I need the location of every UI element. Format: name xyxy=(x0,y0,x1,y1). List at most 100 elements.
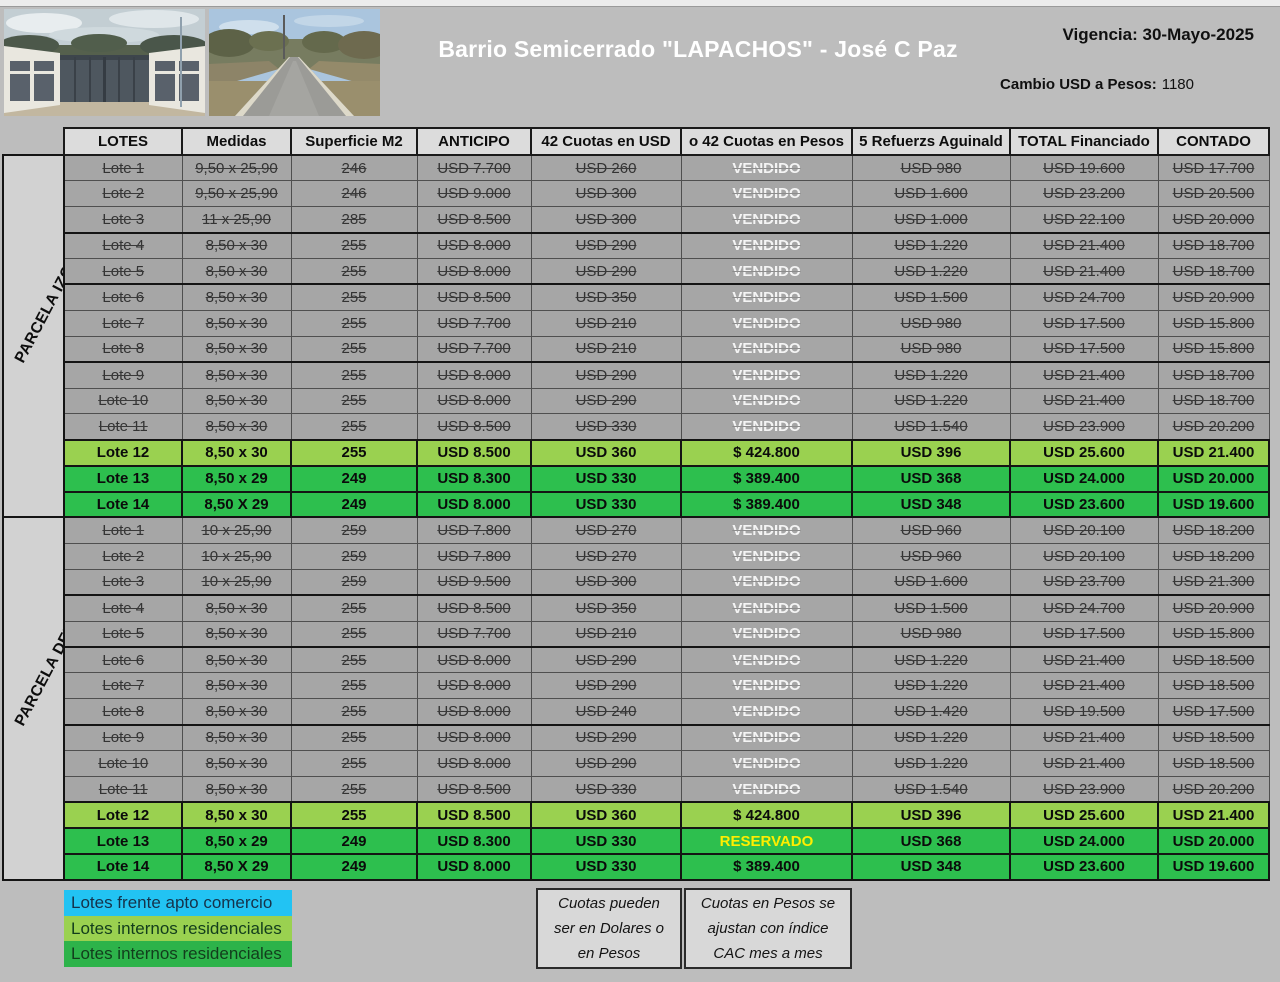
cell-superficie: 285 xyxy=(291,207,417,233)
cell-cuotas_usd: USD 330 xyxy=(531,414,681,440)
lot-row: PARCELA DERECHALote 110 x 25,90259USD 7.… xyxy=(3,517,1269,543)
cell-contado: USD 20.000 xyxy=(1158,466,1269,492)
lot-row: PARCELA IZQUIERDALote 19,50 x 25,90246US… xyxy=(3,155,1269,181)
cell-contado: USD 18.200 xyxy=(1158,517,1269,543)
cell-anticipo: USD 8.000 xyxy=(417,725,531,751)
note-line: CAC mes a mes xyxy=(692,941,844,966)
lot-row: Lote 68,50 x 30255USD 8.500USD 350VENDID… xyxy=(3,284,1269,310)
notes: Cuotas puedenser en Dolares oen PesosCuo… xyxy=(536,888,852,969)
price-table: LOTESMedidasSuperficie M2ANTICIPO42 Cuot… xyxy=(2,127,1270,881)
cell-contado: USD 20.900 xyxy=(1158,284,1269,310)
column-header: Superficie M2 xyxy=(291,128,417,155)
cell-cuotas_usd: USD 270 xyxy=(531,543,681,569)
cell-medidas: 8,50 x 30 xyxy=(182,336,291,362)
cell-contado: USD 18.700 xyxy=(1158,233,1269,259)
cell-total: USD 22.100 xyxy=(1010,207,1158,233)
cell-superficie: 255 xyxy=(291,725,417,751)
cell-medidas: 8,50 x 30 xyxy=(182,440,291,466)
cell-total: USD 21.400 xyxy=(1010,362,1158,388)
cell-contado: USD 18.500 xyxy=(1158,647,1269,673)
note-box: Cuotas puedenser en Dolares oen Pesos xyxy=(536,888,682,969)
cell-total: USD 21.400 xyxy=(1010,673,1158,699)
cell-superficie: 255 xyxy=(291,310,417,336)
top-strip xyxy=(0,0,1280,7)
cell-cuotas_pesos: VENDIDO xyxy=(681,181,852,207)
cell-anticipo: USD 8.500 xyxy=(417,207,531,233)
cell-total: USD 23.600 xyxy=(1010,854,1158,880)
cell-medidas: 8,50 x 30 xyxy=(182,776,291,802)
cell-cuotas_usd: USD 360 xyxy=(531,440,681,466)
cell-contado: USD 18.500 xyxy=(1158,725,1269,751)
cell-total: USD 21.400 xyxy=(1010,233,1158,259)
column-header: 42 Cuotas en USD xyxy=(531,128,681,155)
cell-superficie: 259 xyxy=(291,543,417,569)
cell-cuotas_pesos: $ 389.400 xyxy=(681,492,852,518)
cell-refuerzos: USD 1.220 xyxy=(852,647,1010,673)
cell-superficie: 255 xyxy=(291,233,417,259)
cell-superficie: 259 xyxy=(291,517,417,543)
cell-cuotas_pesos: $ 389.400 xyxy=(681,854,852,880)
cell-medidas: 11 x 25,90 xyxy=(182,207,291,233)
cell-refuerzos: USD 1.600 xyxy=(852,181,1010,207)
cell-total: USD 21.400 xyxy=(1010,750,1158,776)
cell-superficie: 255 xyxy=(291,259,417,285)
cell-total: USD 24.000 xyxy=(1010,828,1158,854)
cell-lote: Lote 2 xyxy=(64,181,182,207)
cell-contado: USD 21.300 xyxy=(1158,569,1269,595)
cell-anticipo: USD 7.700 xyxy=(417,336,531,362)
cell-cuotas_pesos: VENDIDO xyxy=(681,647,852,673)
cell-medidas: 8,50 x 29 xyxy=(182,828,291,854)
legend-item: Lotes internos residenciales xyxy=(64,916,292,942)
cell-superficie: 255 xyxy=(291,699,417,725)
cell-cuotas_pesos: VENDIDO xyxy=(681,207,852,233)
cell-cuotas_usd: USD 350 xyxy=(531,595,681,621)
cell-anticipo: USD 7.800 xyxy=(417,543,531,569)
cell-anticipo: USD 8.000 xyxy=(417,750,531,776)
cell-refuerzos: USD 980 xyxy=(852,621,1010,647)
cell-superficie: 249 xyxy=(291,854,417,880)
cell-contado: USD 19.600 xyxy=(1158,854,1269,880)
entrance-gate-photo xyxy=(4,9,205,116)
note-box: Cuotas en Pesos seajustan con índiceCAC … xyxy=(684,888,852,969)
cell-anticipo: USD 8.500 xyxy=(417,776,531,802)
cell-total: USD 23.900 xyxy=(1010,776,1158,802)
page-title: Barrio Semicerrado "LAPACHOS" - José C P… xyxy=(392,36,1004,63)
lot-row: Lote 98,50 x 30255USD 8.000USD 290VENDID… xyxy=(3,725,1269,751)
cell-total: USD 17.500 xyxy=(1010,336,1158,362)
cell-lote: Lote 9 xyxy=(64,725,182,751)
cell-cuotas_usd: USD 290 xyxy=(531,362,681,388)
cell-medidas: 8,50 x 30 xyxy=(182,725,291,751)
cell-medidas: 8,50 x 30 xyxy=(182,310,291,336)
cell-total: USD 21.400 xyxy=(1010,259,1158,285)
section-label-text: PARCELA IZQUIERDA xyxy=(12,306,56,367)
cell-lote: Lote 2 xyxy=(64,543,182,569)
cell-superficie: 255 xyxy=(291,776,417,802)
corner-cell xyxy=(3,128,64,155)
cell-superficie: 246 xyxy=(291,181,417,207)
cell-medidas: 8,50 X 29 xyxy=(182,492,291,518)
cell-contado: USD 20.000 xyxy=(1158,828,1269,854)
lot-row: Lote 58,50 x 30255USD 8.000USD 290VENDID… xyxy=(3,259,1269,285)
cell-lote: Lote 4 xyxy=(64,233,182,259)
cell-cuotas_usd: USD 360 xyxy=(531,802,681,828)
cell-superficie: 249 xyxy=(291,492,417,518)
cell-cuotas_pesos: RESERVADO xyxy=(681,828,852,854)
lot-row: Lote 108,50 x 30255USD 8.000USD 290VENDI… xyxy=(3,750,1269,776)
cell-total: USD 21.400 xyxy=(1010,388,1158,414)
cell-superficie: 255 xyxy=(291,595,417,621)
cell-refuerzos: USD 368 xyxy=(852,466,1010,492)
lot-row: Lote 138,50 x 29249USD 8.300USD 330$ 389… xyxy=(3,466,1269,492)
cell-total: USD 20.100 xyxy=(1010,543,1158,569)
cell-total: USD 25.600 xyxy=(1010,440,1158,466)
cell-contado: USD 17.500 xyxy=(1158,699,1269,725)
cell-contado: USD 18.500 xyxy=(1158,673,1269,699)
cell-total: USD 17.500 xyxy=(1010,621,1158,647)
cell-superficie: 249 xyxy=(291,828,417,854)
column-header: o 42 Cuotas en Pesos xyxy=(681,128,852,155)
cell-lote: Lote 14 xyxy=(64,854,182,880)
legend-item: Lotes frente apto comercio xyxy=(64,890,292,916)
cell-superficie: 246 xyxy=(291,155,417,181)
cell-cuotas_usd: USD 330 xyxy=(531,492,681,518)
cell-contado: USD 20.900 xyxy=(1158,595,1269,621)
cell-total: USD 21.400 xyxy=(1010,647,1158,673)
